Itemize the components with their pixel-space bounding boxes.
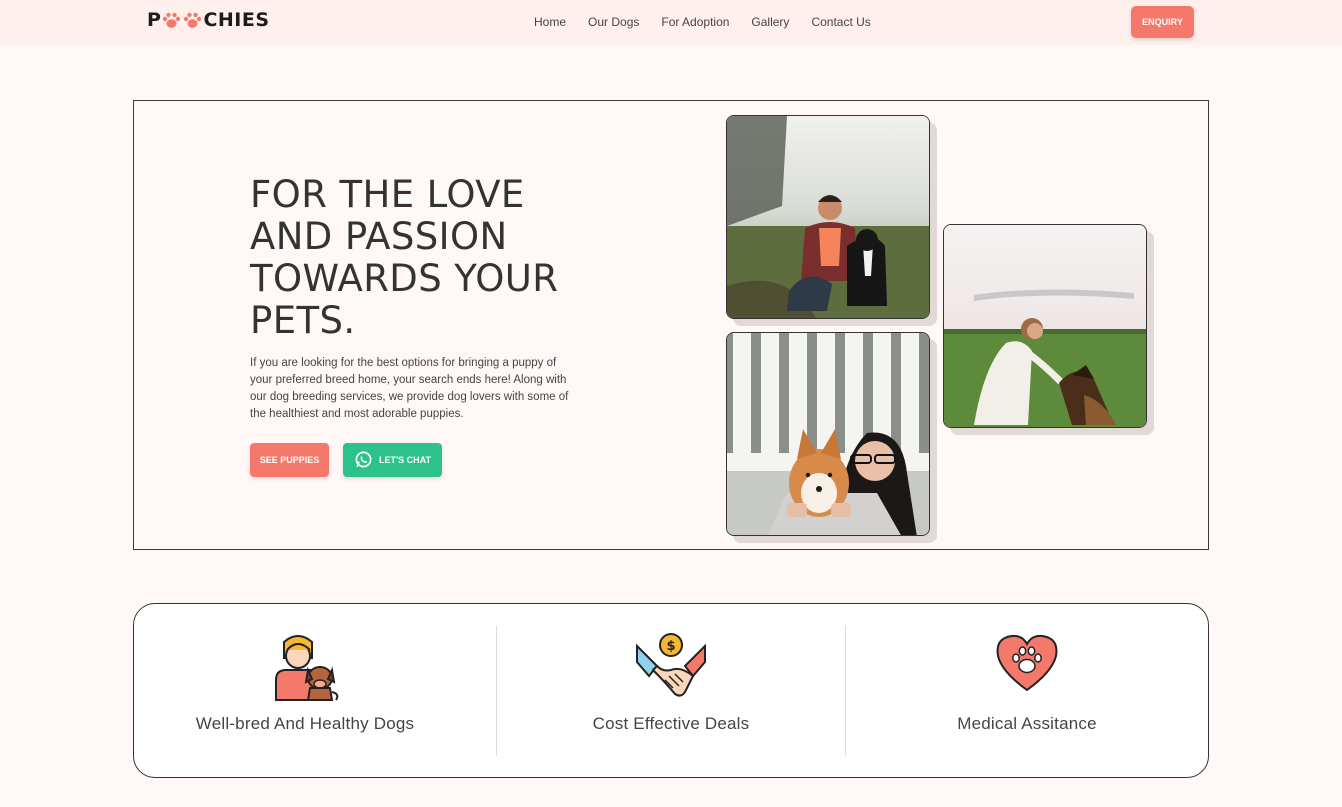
lets-chat-label: LET'S CHAT (379, 455, 431, 465)
hero-description: If you are looking for the best options … (250, 357, 569, 420)
boy-with-dog-icon (270, 632, 340, 707)
nav-contact-us[interactable]: Contact Us (811, 15, 870, 29)
hero-title: FOR THE LOVE AND PASSION TOWARDS YOUR PE… (250, 173, 559, 342)
see-puppies-button[interactable]: SEE PUPPIES (250, 443, 329, 477)
feature-label: Medical Assitance (957, 714, 1097, 733)
logo[interactable]: P CHIES (147, 9, 270, 31)
svg-text:$: $ (666, 639, 675, 654)
features-section: Well-bred And Healthy Dogs $ Cost Effect… (133, 603, 1209, 778)
feature-healthy-dogs: Well-bred And Healthy Dogs (134, 604, 476, 777)
feature-label: Well-bred And Healthy Dogs (195, 714, 415, 733)
hero-section: FOR THE LOVE AND PASSION TOWARDS YOUR PE… (133, 100, 1209, 550)
logo-letter-p: P (147, 9, 162, 31)
heart-paw-icon (994, 632, 1060, 699)
feature-label: Cost Effective Deals (592, 714, 750, 733)
feature-medical: Medical Assitance (846, 604, 1208, 777)
handshake-dollar-icon: $ (635, 632, 707, 707)
whatsapp-icon (354, 450, 373, 471)
nav-home[interactable]: Home (534, 15, 566, 29)
paw-icon (183, 12, 202, 29)
nav-gallery[interactable]: Gallery (751, 15, 789, 29)
nav-our-dogs[interactable]: Our Dogs (588, 15, 639, 29)
navbar: P CHIES Home Our Dogs For Adoption Galle… (0, 0, 1342, 45)
woman-with-dog-field-photo (943, 224, 1147, 428)
main-nav: Home Our Dogs For Adoption Gallery Conta… (534, 15, 871, 29)
woman-hugging-shiba-photo (726, 332, 930, 536)
enquiry-button[interactable]: ENQUIRY (1131, 6, 1194, 38)
lets-chat-button[interactable]: LET'S CHAT (343, 443, 442, 477)
logo-text: CHIES (203, 9, 270, 31)
nav-for-adoption[interactable]: For Adoption (661, 15, 729, 29)
man-with-dog-photo (726, 115, 930, 319)
feature-cost-effective: $ Cost Effective Deals (497, 604, 845, 777)
paw-icon (162, 12, 181, 29)
